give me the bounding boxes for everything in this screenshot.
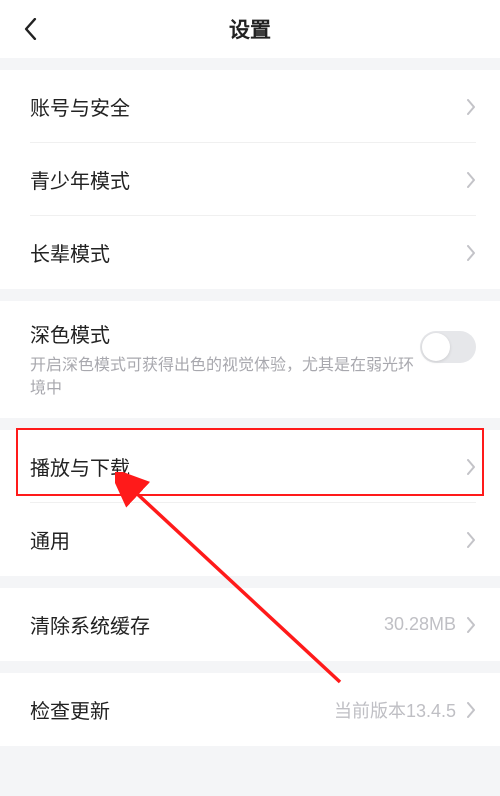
cell-account-security[interactable]: 账号与安全 [0, 70, 500, 143]
cell-check-update[interactable]: 检查更新 当前版本13.4.5 [0, 673, 500, 746]
chevron-left-icon [23, 18, 38, 40]
cell-clear-cache[interactable]: 清除系统缓存 30.28MB [0, 588, 500, 661]
settings-content: 账号与安全 青少年模式 长辈模式 深色模式 开启深色模式可获得出色的视觉体验，尤… [0, 70, 500, 746]
page-title: 设置 [229, 14, 271, 44]
cell-label: 检查更新 [30, 695, 110, 724]
cell-label: 青少年模式 [30, 165, 130, 194]
cell-playback-download[interactable]: 播放与下载 [0, 430, 500, 503]
cell-right: 30.28MB [384, 614, 476, 635]
cell-label: 长辈模式 [30, 238, 110, 267]
chevron-right-icon [466, 459, 476, 475]
settings-group-4: 清除系统缓存 30.28MB [0, 588, 500, 661]
header-bar: 设置 [0, 0, 500, 58]
cell-main: 深色模式 开启深色模式可获得出色的视觉体验，尤其是在弱光环境中 [30, 319, 420, 400]
chevron-right-icon [466, 99, 476, 115]
cache-size-value: 30.28MB [384, 614, 456, 635]
chevron-right-icon [466, 617, 476, 633]
cell-label: 账号与安全 [30, 92, 130, 121]
cell-label: 通用 [30, 525, 70, 554]
dark-mode-toggle[interactable] [420, 331, 476, 363]
chevron-right-icon [466, 532, 476, 548]
chevron-right-icon [466, 702, 476, 718]
chevron-right-icon [466, 245, 476, 261]
version-value: 当前版本13.4.5 [334, 697, 456, 723]
cell-youth-mode[interactable]: 青少年模式 [0, 143, 500, 216]
settings-group-2: 深色模式 开启深色模式可获得出色的视觉体验，尤其是在弱光环境中 [0, 301, 500, 418]
cell-label: 清除系统缓存 [30, 610, 150, 639]
cell-general[interactable]: 通用 [0, 503, 500, 576]
settings-group-3: 播放与下载 通用 [0, 430, 500, 576]
chevron-right-icon [466, 172, 476, 188]
settings-group-1: 账号与安全 青少年模式 长辈模式 [0, 70, 500, 289]
cell-label: 播放与下载 [30, 452, 130, 481]
cell-elder-mode[interactable]: 长辈模式 [0, 216, 500, 289]
cell-right: 当前版本13.4.5 [334, 697, 476, 723]
cell-description: 开启深色模式可获得出色的视觉体验，尤其是在弱光环境中 [30, 354, 420, 400]
back-button[interactable] [18, 17, 42, 41]
cell-label: 深色模式 [30, 319, 420, 348]
cell-dark-mode: 深色模式 开启深色模式可获得出色的视觉体验，尤其是在弱光环境中 [0, 301, 500, 418]
settings-group-5: 检查更新 当前版本13.4.5 [0, 673, 500, 746]
